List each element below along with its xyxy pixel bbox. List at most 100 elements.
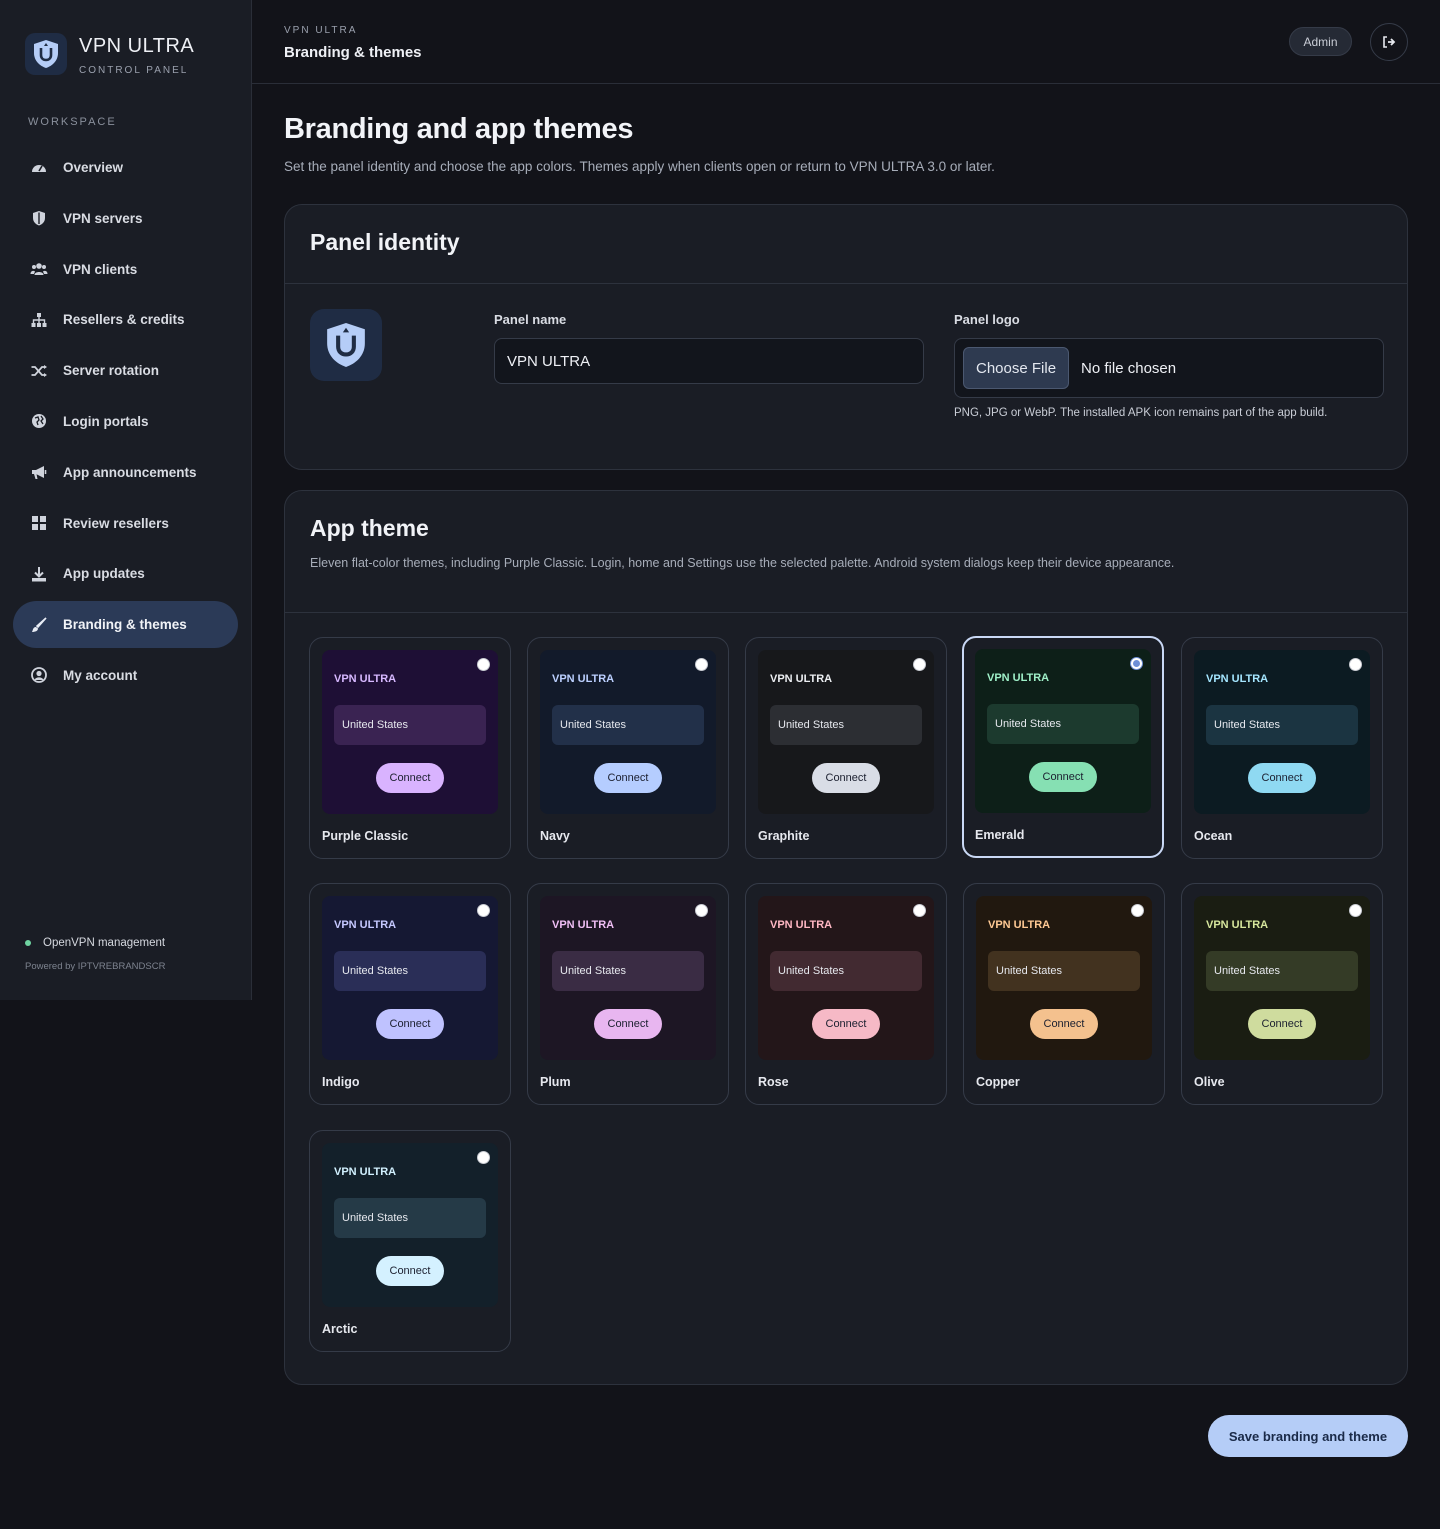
sidebar-item-app-announcements[interactable]: App announcements <box>13 449 238 496</box>
sidebar-item-label: App announcements <box>63 464 197 480</box>
theme-option-copper[interactable]: VPN ULTRA United States Connect Copper <box>963 883 1165 1105</box>
sidebar-item-label: Branding & themes <box>63 617 187 633</box>
sidebar-item-app-updates[interactable]: App updates <box>13 550 238 597</box>
preview-country: United States <box>988 951 1140 991</box>
theme-name: Copper <box>976 1075 1020 1089</box>
sidebar-item-label: VPN clients <box>63 261 138 277</box>
page-title: Branding and app themes <box>284 113 634 145</box>
theme-radio[interactable] <box>1131 904 1144 917</box>
panel-logo-file-input[interactable]: Choose File No file chosen <box>954 338 1384 398</box>
user-role-chip[interactable]: Admin <box>1289 27 1352 56</box>
theme-option-graphite[interactable]: VPN ULTRA United States Connect Graphite <box>745 637 947 859</box>
theme-option-ocean[interactable]: VPN ULTRA United States Connect Ocean <box>1181 637 1383 859</box>
preview-country: United States <box>770 951 922 991</box>
preview-connect-button: Connect <box>812 763 880 793</box>
theme-option-rose[interactable]: VPN ULTRA United States Connect Rose <box>745 883 947 1105</box>
preview-country: United States <box>552 951 704 991</box>
sidebar-item-vpn-servers[interactable]: VPN servers <box>13 195 238 242</box>
topbar-title: Branding & themes <box>284 44 422 61</box>
theme-radio[interactable] <box>1349 904 1362 917</box>
theme-option-emerald[interactable]: VPN ULTRA United States Connect Emerald <box>962 636 1164 858</box>
preview-country: United States <box>1206 705 1358 745</box>
breadcrumb: VPN ULTRA <box>284 25 358 36</box>
preview-country: United States <box>334 705 486 745</box>
theme-radio[interactable] <box>913 904 926 917</box>
preview-country: United States <box>987 704 1139 744</box>
theme-option-arctic[interactable]: VPN ULTRA United States Connect Arctic <box>309 1130 511 1352</box>
preview-connect-button: Connect <box>376 1009 444 1039</box>
theme-option-purple-classic[interactable]: VPN ULTRA United States Connect Purple Clas… <box>309 637 511 859</box>
theme-radio[interactable] <box>695 658 708 671</box>
theme-name: Arctic <box>322 1322 358 1336</box>
powered-by: Powered by IPTVREBRANDSCR <box>25 961 166 972</box>
shield-logo-icon <box>25 33 67 75</box>
sidebar-item-label: VPN servers <box>63 210 143 226</box>
sidebar-item-resellers-credits[interactable]: Resellers & credits <box>13 296 238 343</box>
sidebar-item-my-account[interactable]: My account <box>13 652 238 699</box>
brand-subtitle: CONTROL PANEL <box>79 65 189 76</box>
preview-brand: VPN ULTRA <box>770 673 833 685</box>
preview-brand: VPN ULTRA <box>334 673 397 685</box>
theme-preview: VPN ULTRA United States Connect <box>1194 896 1370 1060</box>
sidebar-item-overview[interactable]: Overview <box>13 144 238 191</box>
theme-radio[interactable] <box>1349 658 1362 671</box>
brand: VPN ULTRA CONTROL PANEL <box>25 33 194 76</box>
preview-brand: VPN ULTRA <box>334 919 397 931</box>
theme-option-plum[interactable]: VPN ULTRA United States Connect Plum <box>527 883 729 1105</box>
theme-name: Ocean <box>1194 829 1233 843</box>
divider <box>285 612 1407 613</box>
sidebar-item-vpn-clients[interactable]: VPN clients <box>13 246 238 293</box>
theme-option-indigo[interactable]: VPN ULTRA United States Connect Indigo <box>309 883 511 1105</box>
sidebar-footer: OpenVPN management Powered by IPTVREBRAN… <box>25 937 165 972</box>
sidebar-item-label: Server rotation <box>63 363 160 379</box>
theme-name: Indigo <box>322 1075 360 1089</box>
sidebar-item-branding-themes[interactable]: Branding & themes <box>13 601 238 649</box>
theme-radio[interactable] <box>1130 657 1143 670</box>
choose-file-button[interactable]: Choose File <box>963 347 1070 389</box>
theme-radio[interactable] <box>477 904 490 917</box>
theme-preview: VPN ULTRA United States Connect <box>322 650 498 814</box>
globe-icon <box>30 412 48 430</box>
divider <box>285 283 1407 284</box>
panel-logo-label: Panel logo <box>954 312 1020 327</box>
status-text: OpenVPN management <box>43 937 166 949</box>
preview-connect-button: Connect <box>1029 762 1097 792</box>
preview-brand: VPN ULTRA <box>770 919 833 931</box>
preview-connect-button: Connect <box>594 763 662 793</box>
theme-name: Navy <box>540 829 570 843</box>
theme-preview: VPN ULTRA United States Connect <box>540 650 716 814</box>
preview-brand: VPN ULTRA <box>987 672 1050 684</box>
save-branding-button[interactable]: Save branding and theme <box>1208 1415 1408 1457</box>
theme-radio[interactable] <box>913 658 926 671</box>
preview-brand: VPN ULTRA <box>552 919 615 931</box>
logo-hint: PNG, JPG or WebP. The installed APK icon… <box>954 407 1328 419</box>
theme-radio[interactable] <box>477 1151 490 1164</box>
panel-name-input[interactable] <box>494 338 924 384</box>
theme-option-olive[interactable]: VPN ULTRA United States Connect Olive <box>1181 883 1383 1105</box>
theme-option-navy[interactable]: VPN ULTRA United States Connect Navy <box>527 637 729 859</box>
shield-logo-icon <box>327 323 365 367</box>
status-dot-icon <box>25 940 31 946</box>
sidebar-item-login-portals[interactable]: Login portals <box>13 398 238 445</box>
theme-radio[interactable] <box>477 658 490 671</box>
logo-preview <box>310 309 382 381</box>
shield-icon <box>30 209 48 227</box>
sidebar-item-label: App updates <box>63 566 145 582</box>
brand-title: VPN ULTRA <box>79 35 195 57</box>
logout-button[interactable] <box>1370 23 1408 61</box>
preview-connect-button: Connect <box>376 763 444 793</box>
sidebar-nav: Overview VPN servers VPN clients Resellers … <box>13 144 238 703</box>
preview-brand: VPN ULTRA <box>988 919 1051 931</box>
panel-name-label: Panel name <box>494 312 567 327</box>
paintbrush-icon <box>30 616 48 634</box>
app-theme-heading: App theme <box>310 515 429 541</box>
theme-preview: VPN ULTRA United States Connect <box>758 896 934 1060</box>
sidebar-item-server-rotation[interactable]: Server rotation <box>13 347 238 394</box>
sidebar-item-review-resellers[interactable]: Review resellers <box>13 500 238 547</box>
preview-connect-button: Connect <box>594 1009 662 1039</box>
page-description: Set the panel identity and choose the ap… <box>284 159 995 174</box>
theme-radio[interactable] <box>695 904 708 917</box>
sidebar-item-label: Login portals <box>63 413 149 429</box>
dashboard-gauge-icon <box>30 159 48 177</box>
preview-country: United States <box>552 705 704 745</box>
